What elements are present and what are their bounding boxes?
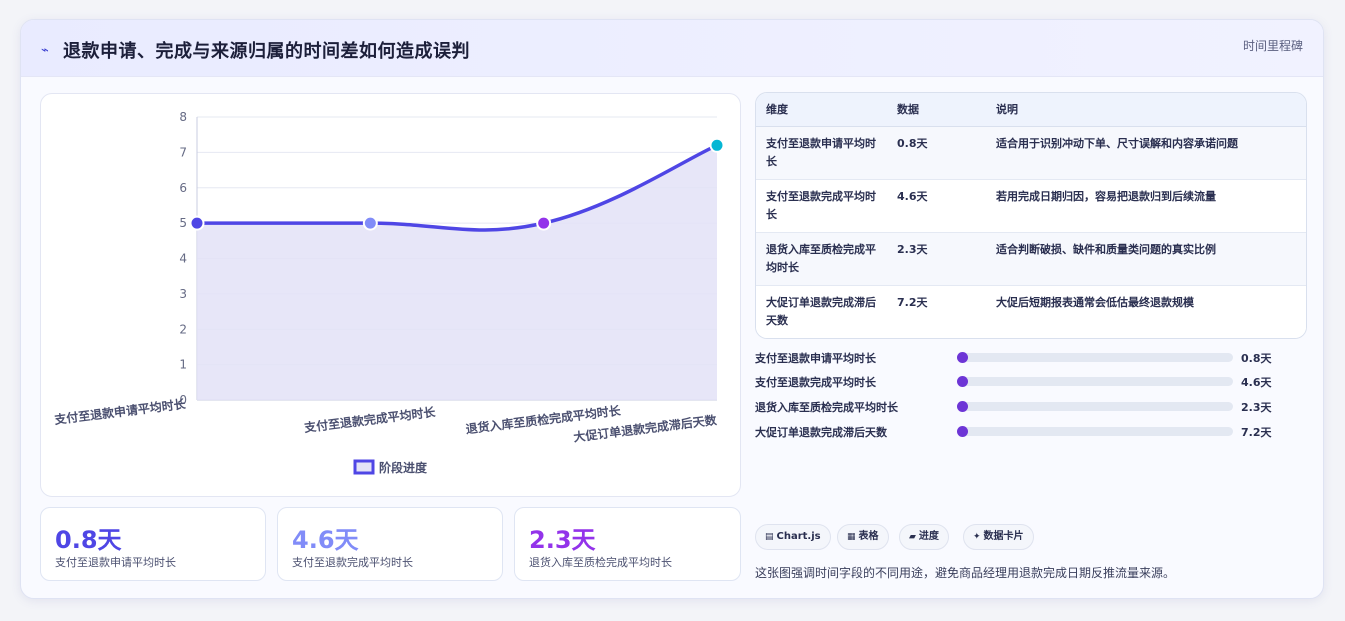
- stat-card-3: 2.3天 退货入库至质检完成平均时长: [514, 507, 741, 581]
- table-row: 支付至退款完成平均时长 4.6天 若用完成日期归因，容易把退款归到后续流量: [756, 179, 1306, 233]
- table-cell-value: 0.8天: [887, 126, 986, 180]
- progress-row: 支付至退款完成平均时长 4.6天: [755, 372, 1275, 392]
- tag-label: Chart.js: [776, 531, 821, 542]
- progress-track: [959, 353, 1233, 362]
- card-header: ⌁ 退款申请、完成与来源归属的时间差如何造成误判 时间里程碑: [21, 20, 1323, 77]
- progress-icon: ▰: [909, 532, 916, 542]
- progress-value: 0.8天: [1241, 352, 1272, 365]
- progress-marker: [957, 376, 968, 387]
- sparkline-icon: ⌁: [41, 43, 49, 58]
- table-cell-note: 若用完成日期归因，容易把退款归到后续流量: [986, 179, 1306, 233]
- data-point: [189, 215, 205, 231]
- progress-track: [959, 377, 1233, 386]
- y-tick-label: 8: [179, 110, 187, 124]
- table-row: 退货入库至质检完成平均时长 2.3天 适合判断破损、缺件和质量类问题的真实比例: [756, 232, 1306, 286]
- data-table: 维度 数据 说明 支付至退款申请平均时长 0.8天 适合用于识别冲动下单、尺寸误…: [755, 92, 1307, 339]
- table-cell-value: 2.3天: [887, 232, 986, 286]
- table-cell-dimension: 支付至退款申请平均时长: [756, 126, 887, 180]
- progress-row: 退货入库至质检完成平均时长 2.3天: [755, 397, 1275, 417]
- table-cell-dimension: 退货入库至质检完成平均时长: [756, 232, 887, 286]
- progress-value: 2.3天: [1241, 401, 1272, 414]
- tag-label: 进度: [918, 531, 939, 542]
- tag-data-cards[interactable]: ✦ 数据卡片: [963, 524, 1034, 550]
- stat-value: 0.8天: [55, 526, 122, 554]
- table-row: 大促订单退款完成滞后天数 7.2天 大促后短期报表通常会低估最终退款规模: [756, 285, 1306, 338]
- y-tick-label: 1: [179, 358, 187, 372]
- x-tick-label: 支付至退款申请平均时长: [53, 396, 188, 427]
- stat-card-1: 0.8天 支付至退款申请平均时长: [40, 507, 266, 581]
- table-cell-value: 4.6天: [887, 179, 986, 233]
- y-tick-label: 3: [179, 287, 187, 301]
- table-icon: ▦: [847, 532, 856, 542]
- stat-label: 退货入库至质检完成平均时长: [529, 556, 672, 569]
- y-tick-label: 4: [179, 252, 187, 266]
- progress-marker: [957, 401, 968, 412]
- data-point: [709, 137, 725, 153]
- table-cell-note: 大促后短期报表通常会低估最终退款规模: [986, 285, 1306, 338]
- legend-swatch: [353, 459, 375, 475]
- table-row: 支付至退款申请平均时长 0.8天 适合用于识别冲动下单、尺寸误解和内容承诺问题: [756, 126, 1306, 180]
- area-fill: [197, 145, 717, 400]
- line-chart: 012345678支付至退款申请平均时长 支付至退款完成平均时长 退货入库至质检完成…: [53, 110, 725, 475]
- table-cell-note: 适合用于识别冲动下单、尺寸误解和内容承诺问题: [986, 126, 1306, 180]
- progress-track: [959, 402, 1233, 411]
- tag-table[interactable]: ▦ 表格: [837, 524, 889, 550]
- data-point: [362, 215, 378, 231]
- tag-chartjs[interactable]: ▤ Chart.js: [755, 524, 831, 550]
- progress-value: 4.6天: [1241, 376, 1272, 389]
- page-title: 退款申请、完成与来源归属的时间差如何造成误判: [63, 41, 470, 62]
- progress-row: 支付至退款申请平均时长 0.8天: [755, 348, 1275, 368]
- chart-icon: ▤: [765, 532, 774, 542]
- progress-label: 支付至退款完成平均时长: [755, 376, 876, 389]
- progress-row: 大促订单退款完成滞后天数 7.2天: [755, 422, 1275, 442]
- stat-card-2: 4.6天 支付至退款完成平均时长: [277, 507, 503, 581]
- column-header: 维度: [756, 93, 887, 127]
- progress-label: 支付至退款申请平均时长: [755, 352, 876, 365]
- table-cell-value: 7.2天: [887, 285, 986, 338]
- y-tick-label: 6: [179, 181, 187, 195]
- table-header-row: 维度 数据 说明: [756, 93, 1306, 127]
- chart-footnote: 这张图强调时间字段的不同用途，避免商品经理用退款完成日期反推流量来源。: [755, 566, 1176, 580]
- legend-label: 阶段进度: [379, 460, 428, 475]
- data-point: [536, 215, 552, 231]
- progress-marker: [957, 426, 968, 437]
- tag-label: 数据卡片: [983, 531, 1024, 542]
- progress-track: [959, 427, 1233, 436]
- progress-marker: [957, 352, 968, 363]
- column-header: 数据: [887, 93, 986, 127]
- table-cell-dimension: 支付至退款完成平均时长: [756, 179, 887, 233]
- tag-progress[interactable]: ▰ 进度: [899, 524, 949, 550]
- stat-value: 4.6天: [292, 526, 359, 554]
- progress-value: 7.2天: [1241, 426, 1272, 439]
- tag-label: 表格: [858, 531, 879, 542]
- x-tick-label: 支付至退款完成平均时长: [302, 404, 437, 435]
- stat-label: 支付至退款申请平均时长: [55, 556, 176, 569]
- table-cell-dimension: 大促订单退款完成滞后天数: [756, 285, 887, 338]
- column-header: 说明: [986, 93, 1306, 127]
- milestone-link[interactable]: 时间里程碑: [1243, 37, 1303, 54]
- y-tick-label: 7: [179, 145, 187, 159]
- table-cell-note: 适合判断破损、缺件和质量类问题的真实比例: [986, 232, 1306, 286]
- y-tick-label: 2: [179, 322, 187, 336]
- progress-label: 退货入库至质检完成平均时长: [755, 401, 898, 414]
- stat-value: 2.3天: [529, 526, 596, 554]
- line-chart-panel: 0 1 2 3 4 5 6 7 8 支付至退款申请平均时长 支付至退款完成平均时长 退货入库至质检完成…: [40, 93, 741, 497]
- progress-label: 大促订单退款完成滞后天数: [755, 426, 887, 439]
- sparkle-icon: ✦: [973, 532, 981, 542]
- y-tick-label: 5: [179, 216, 187, 230]
- dashboard-card: ⌁ 退款申请、完成与来源归属的时间差如何造成误判 时间里程碑 012345678…: [20, 19, 1324, 599]
- stat-label: 支付至退款完成平均时长: [292, 556, 413, 569]
